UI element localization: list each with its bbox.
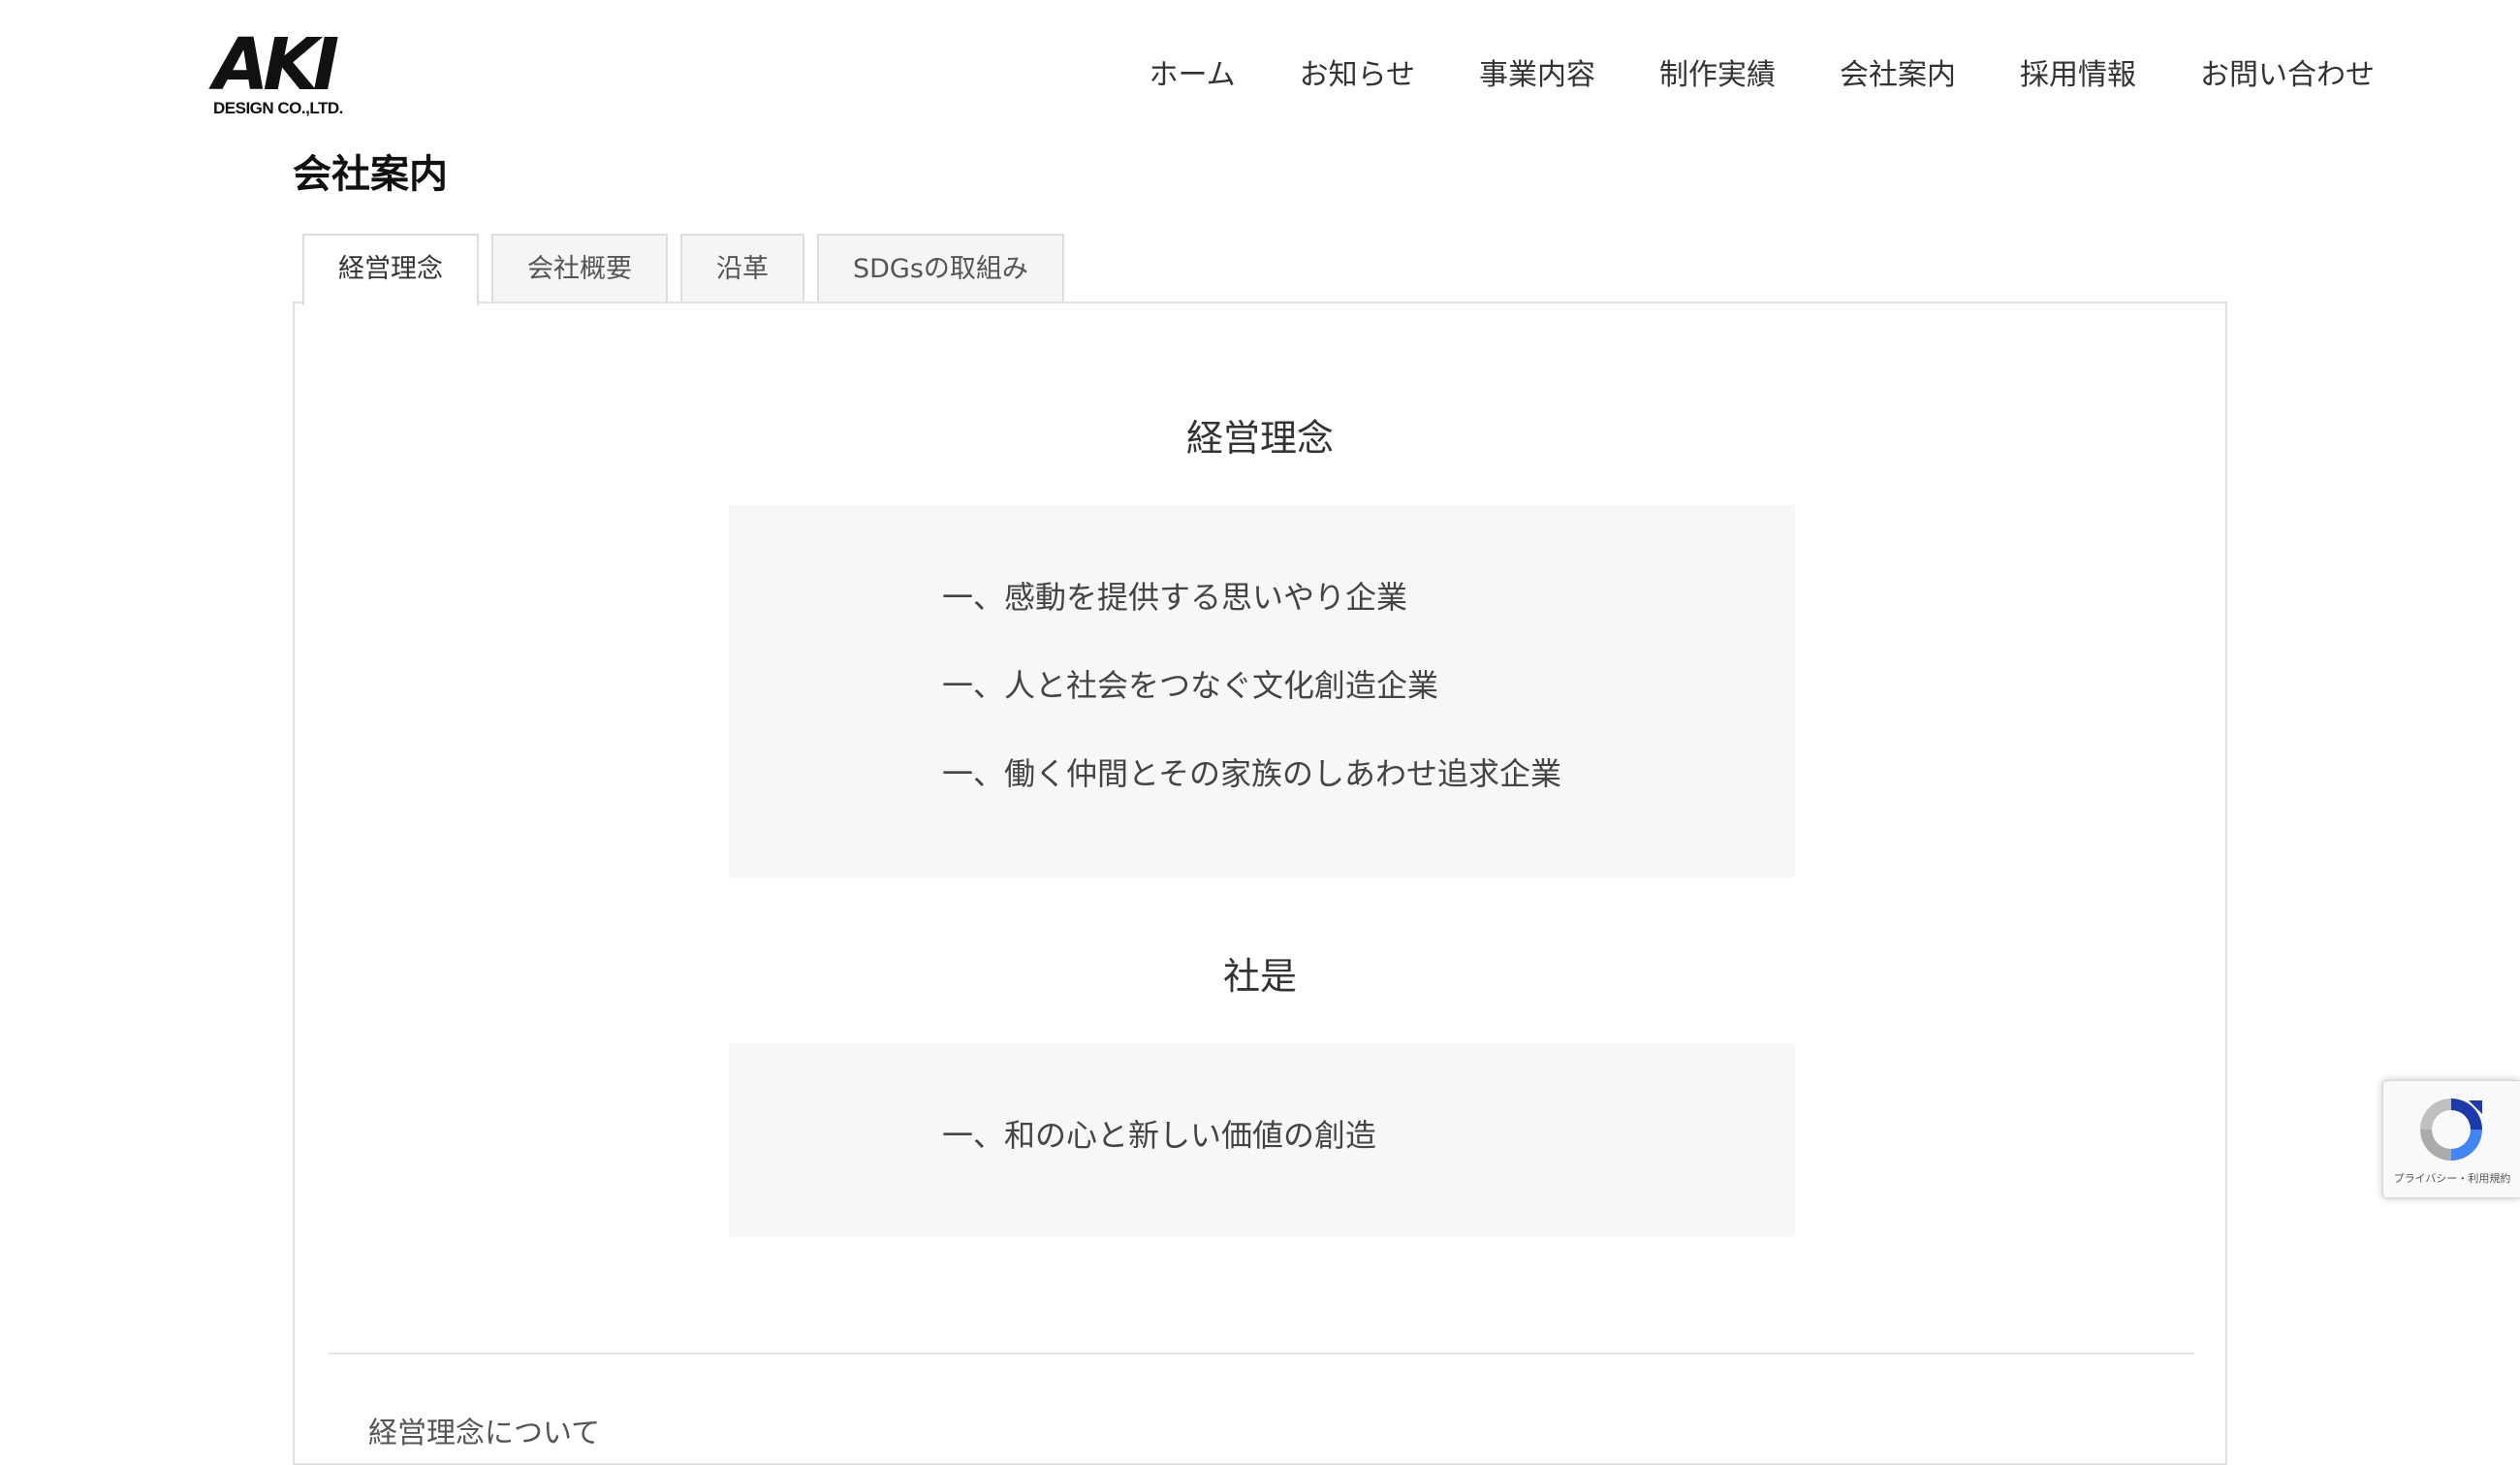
list-item: 一、働く仲間とその家族のしあわせ追求企業: [942, 755, 1562, 792]
list-item: 一、和の心と新しい価値の創造: [942, 1117, 1377, 1154]
site-logo[interactable]: AKI DESIGN CO.,LTD.: [211, 29, 347, 118]
recaptcha-icon: [2420, 1099, 2482, 1161]
recaptcha-badge[interactable]: プライバシー・利用規約: [2382, 1080, 2520, 1198]
nav-company[interactable]: 会社案内: [1840, 48, 1956, 103]
nav-home[interactable]: ホーム: [1149, 48, 1235, 103]
nav-contact[interactable]: お問い合わせ: [2200, 48, 2375, 103]
motto-heading: 社是: [1222, 955, 1297, 998]
motto-list: 一、和の心と新しい価値の創造: [942, 1111, 1376, 1199]
about-philosophy-heading: 経営理念について: [368, 1417, 601, 1450]
nav-news[interactable]: お知らせ: [1300, 48, 1415, 103]
nav-recruit[interactable]: 採用情報: [2020, 48, 2136, 103]
tab-overview[interactable]: 会社概要: [491, 234, 668, 303]
site-header: AKI DESIGN CO.,LTD. ホーム お知らせ 事業内容 制作実績 会…: [0, 0, 2520, 145]
tab-philosophy[interactable]: 経営理念: [302, 234, 479, 305]
list-item: 一、人と社会をつなぐ文化創造企業: [942, 667, 1439, 704]
nav-business[interactable]: 事業内容: [1479, 48, 1595, 103]
philosophy-list: 一、感動を提供する思いやり企業 一、人と社会をつなぐ文化創造企業 一、働く仲間と…: [942, 573, 1561, 838]
company-tabs: 経営理念 会社概要 沿革 SDGsの取組み: [302, 234, 1064, 305]
list-item: 一、感動を提供する思いやり企業: [942, 579, 1408, 616]
philosophy-heading: 経営理念: [1185, 417, 1334, 460]
recaptcha-privacy-terms[interactable]: プライバシー・利用規約: [2383, 1170, 2520, 1186]
tab-sdgs[interactable]: SDGsの取組み: [817, 234, 1064, 303]
main-nav: ホーム お知らせ 事業内容 制作実績 会社案内 採用情報 お問い合わせ: [1018, 48, 2375, 103]
philosophy-box: 一、感動を提供する思いやり企業 一、人と社会をつなぐ文化創造企業 一、働く仲間と…: [729, 505, 1795, 877]
section-divider: [328, 1353, 2194, 1354]
tab-panel-philosophy: 経営理念 一、感動を提供する思いやり企業 一、人と社会をつなぐ文化創造企業 一、…: [293, 302, 2227, 1465]
page-title: 会社案内: [293, 152, 448, 197]
logo-subtitle: DESIGN CO.,LTD.: [213, 99, 343, 117]
nav-works[interactable]: 制作実績: [1659, 48, 1776, 103]
motto-box: 一、和の心と新しい価値の創造: [729, 1043, 1795, 1237]
logo-mark: AKI: [213, 23, 339, 107]
tab-history[interactable]: 沿革: [680, 234, 804, 303]
